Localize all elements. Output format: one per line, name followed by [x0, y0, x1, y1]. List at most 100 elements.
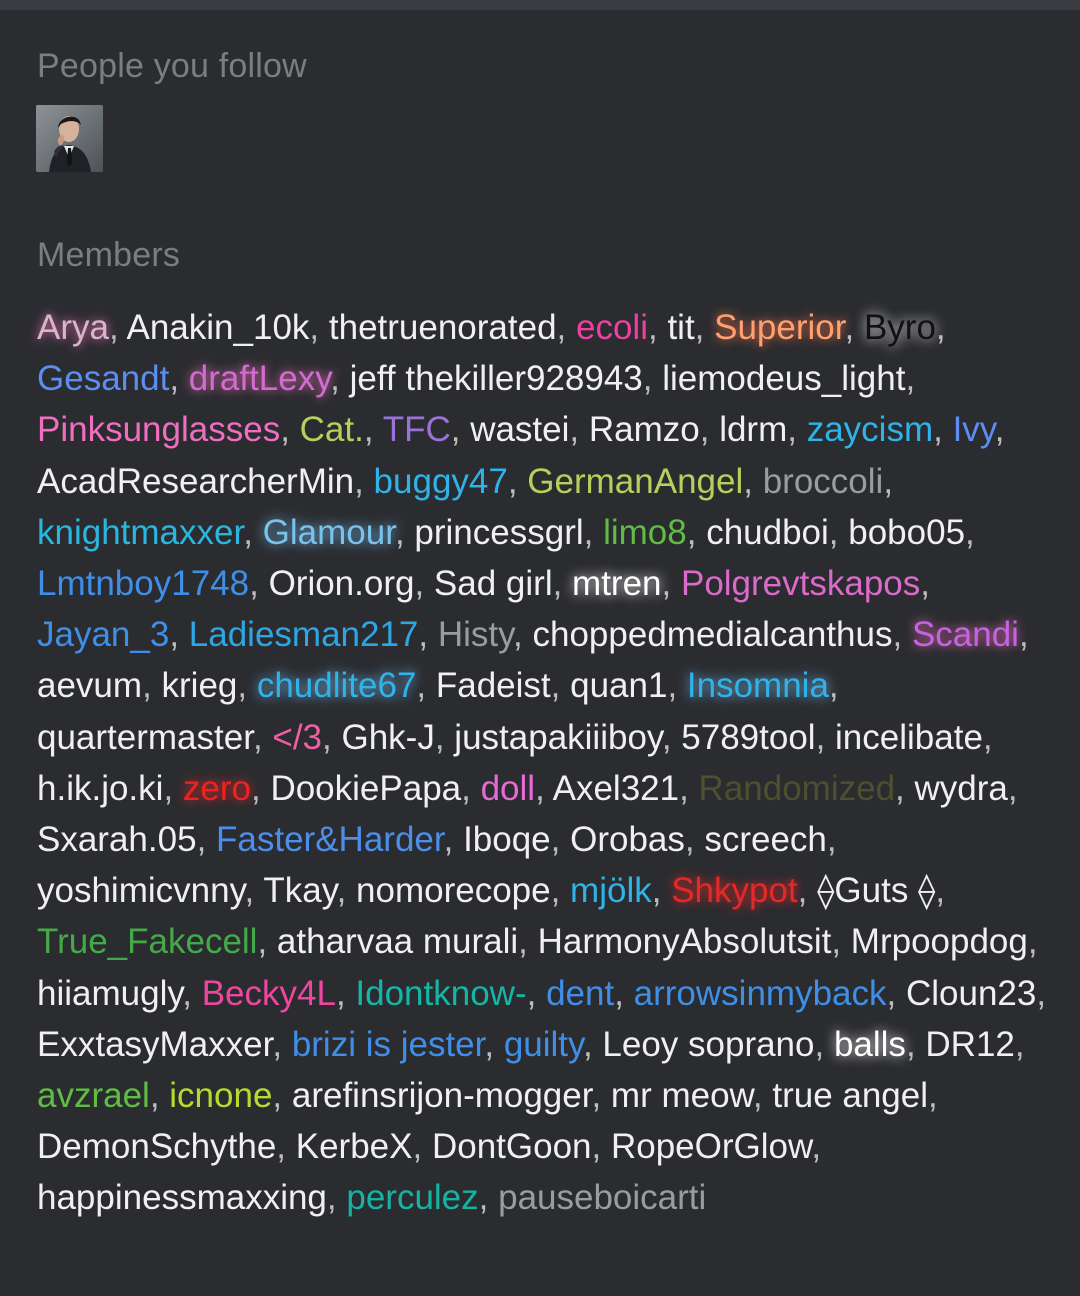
member-separator: , [416, 666, 436, 706]
member-name[interactable]: Polgrevtskapos [681, 564, 920, 603]
member-name[interactable]: nomorecope [356, 871, 551, 910]
member-name[interactable]: Orobas [570, 820, 685, 859]
member-name[interactable]: arefinsrijon-mogger [292, 1076, 592, 1115]
member-name[interactable]: Sad girl [434, 564, 553, 603]
member-name[interactable]: Cat. [300, 410, 364, 449]
member-name[interactable]: princessgrl [414, 513, 583, 552]
member-name[interactable]: balls [834, 1025, 906, 1064]
member-name[interactable]: Ladiesman217 [189, 615, 419, 654]
member-name[interactable]: liemodeus_light [662, 359, 905, 398]
member-name[interactable]: ExxtasyMaxxer [37, 1025, 272, 1064]
member-name[interactable]: Jayan_3 [37, 615, 169, 654]
member-name[interactable]: Orion.org [269, 564, 415, 603]
member-name[interactable]: perculez [346, 1178, 478, 1217]
member-name[interactable]: Scandi [912, 615, 1019, 654]
member-name[interactable]: avzrael [37, 1076, 150, 1115]
member-name[interactable]: Anakin_10k [127, 308, 310, 347]
member-name[interactable]: RopeOrGlow [611, 1127, 811, 1166]
member-name[interactable]: DemonSchythe [37, 1127, 276, 1166]
member-name[interactable]: Arya [37, 308, 109, 347]
member-name[interactable]: wydra [915, 769, 1008, 808]
member-name[interactable]: Fadeist [436, 666, 551, 705]
member-name[interactable]: chudlite67 [257, 666, 417, 705]
member-name[interactable]: krieg [162, 666, 238, 705]
member-name[interactable]: Axel321 [553, 769, 679, 808]
member-name[interactable]: quan1 [570, 666, 667, 705]
member-name[interactable]: Superior [714, 308, 844, 347]
member-name[interactable]: Ghk-J [341, 718, 434, 757]
member-name[interactable]: HarmonyAbsolutsit [538, 922, 832, 961]
member-name[interactable]: Gesandt [37, 359, 169, 398]
member-name[interactable]: limo8 [603, 513, 687, 552]
member-name[interactable]: mjölk [570, 871, 652, 910]
member-name[interactable]: Glamour [263, 513, 395, 552]
member-name[interactable]: quartermaster [37, 718, 253, 757]
member-name[interactable]: chudboi [706, 513, 829, 552]
member-name[interactable]: thetruenorated [329, 308, 557, 347]
member-separator: , [787, 410, 807, 450]
member-name[interactable]: DookiePapa [270, 769, 461, 808]
followed-user-avatar[interactable] [36, 105, 103, 172]
member-name[interactable]: Lmtnboy1748 [37, 564, 249, 603]
member-name[interactable]: brizi is jester [292, 1025, 485, 1064]
member-name[interactable]: DR12 [925, 1025, 1014, 1064]
member-name[interactable]: incelibate [835, 718, 983, 757]
member-name[interactable]: ⟠Guts ⟠ [817, 871, 935, 910]
member-name[interactable]: guilty [504, 1025, 583, 1064]
member-name[interactable]: aevum [37, 666, 142, 705]
member-name[interactable]: Faster&Harder [216, 820, 444, 859]
member-name[interactable]: dent [546, 974, 614, 1013]
member-name[interactable]: zaycism [807, 410, 933, 449]
member-name[interactable]: choppedmedialcanthus [533, 615, 893, 654]
member-name[interactable]: Idontknow- [355, 974, 526, 1013]
member-name[interactable]: Byro [864, 308, 936, 347]
member-name[interactable]: knightmaxxer [37, 513, 243, 552]
member-name[interactable]: GermanAngel [527, 462, 743, 501]
member-name[interactable]: TFC [383, 410, 451, 449]
member-name[interactable]: icnone [169, 1076, 272, 1115]
member-name[interactable]: true angel [772, 1076, 928, 1115]
member-name[interactable]: Pinksunglasses [37, 410, 280, 449]
member-name[interactable]: Cloun23 [906, 974, 1036, 1013]
member-name[interactable]: wastei [470, 410, 569, 449]
member-name[interactable]: KerbeX [296, 1127, 413, 1166]
member-name[interactable]: doll [481, 769, 535, 808]
member-name[interactable]: happinessmaxxing [37, 1178, 327, 1217]
member-name[interactable]: hiiamugly [37, 974, 182, 1013]
member-name[interactable]: mr meow [611, 1076, 753, 1115]
member-name[interactable]: draftLexy [189, 359, 330, 398]
member-name[interactable]: jeff thekiller928943 [350, 359, 643, 398]
member-name[interactable]: Ramzo [589, 410, 700, 449]
member-name[interactable]: buggy47 [374, 462, 508, 501]
member-name[interactable]: Insomnia [687, 666, 829, 705]
member-name[interactable]: Leoy soprano [602, 1025, 814, 1064]
member-name[interactable]: pauseboicarti [498, 1178, 706, 1217]
member-name[interactable]: Randomized [699, 769, 896, 808]
member-name[interactable]: Ivy [953, 410, 995, 449]
member-name[interactable]: zero [183, 769, 251, 808]
member-name[interactable]: ldrm [719, 410, 787, 449]
member-name[interactable]: tit [667, 308, 694, 347]
member-name[interactable]: yoshimicvnny [37, 871, 244, 910]
member-name[interactable]: 5789tool [681, 718, 815, 757]
member-name[interactable]: screech [704, 820, 827, 859]
member-name[interactable]: arrowsinmyback [634, 974, 887, 1013]
member-name[interactable]: ecoli [576, 308, 648, 347]
member-name[interactable]: justapakiiiboy [454, 718, 662, 757]
member-name[interactable]: DontGoon [432, 1127, 592, 1166]
member-name[interactable]: Sxarah.05 [37, 820, 197, 859]
member-name[interactable]: h.ik.jo.ki [37, 769, 163, 808]
member-name[interactable]: bobo05 [848, 513, 965, 552]
member-name[interactable]: broccoli [763, 462, 884, 501]
member-name[interactable]: </3 [272, 718, 322, 757]
member-name[interactable]: atharvaa murali [277, 922, 518, 961]
member-name[interactable]: Mrpoopdog [851, 922, 1028, 961]
member-name[interactable]: True_Fakecell [37, 922, 257, 961]
member-name[interactable]: Histy [438, 615, 513, 654]
member-name[interactable]: AcadResearcherMin [37, 462, 354, 501]
member-name[interactable]: Becky4L [202, 974, 336, 1013]
member-name[interactable]: Tkay [263, 871, 336, 910]
member-name[interactable]: Shkypot [671, 871, 797, 910]
member-name[interactable]: mtren [572, 564, 661, 603]
member-name[interactable]: Iboqe [463, 820, 551, 859]
